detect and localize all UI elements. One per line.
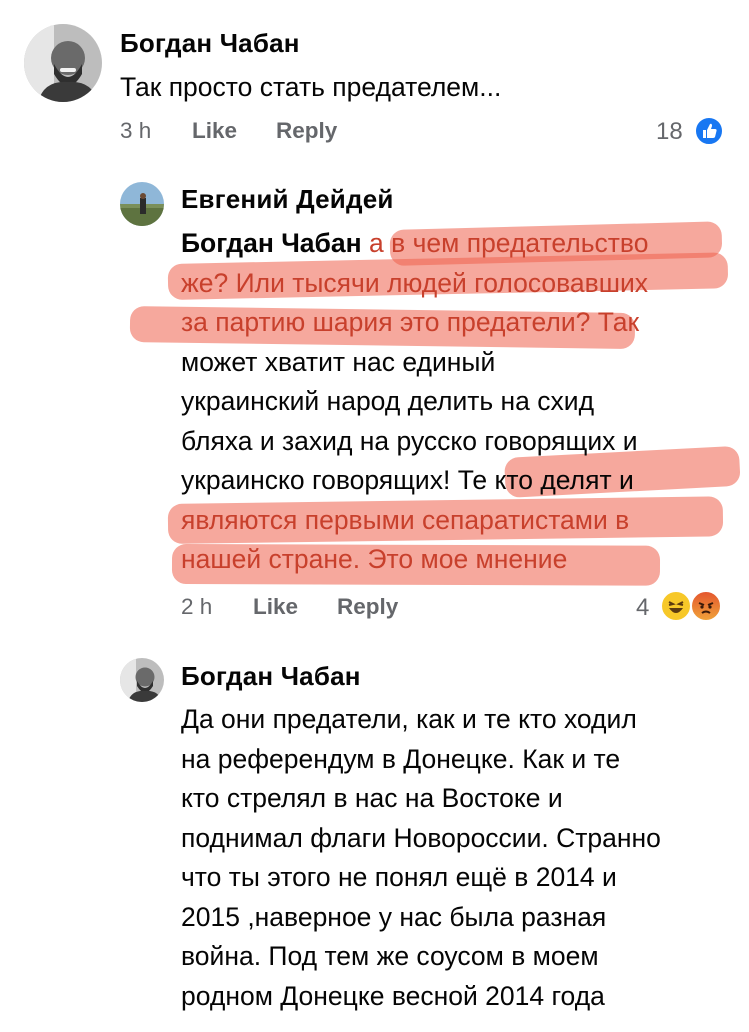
comment-timestamp[interactable]: 2 h xyxy=(181,594,212,620)
comment-author[interactable]: Богдан Чабан xyxy=(120,28,300,59)
text-line: родном Донецке весной 2014 года xyxy=(181,980,605,1011)
text-line: нашей стране. Это мое мнение xyxy=(181,544,568,574)
reaction-count[interactable]: 18 xyxy=(656,118,683,146)
avatar[interactable] xyxy=(24,24,102,102)
avatar-photo-icon xyxy=(120,658,164,702)
text-line: бляха и захид на русско говорящих и xyxy=(181,425,638,456)
text-line: украинско говорящих! Те кто делят и xyxy=(181,465,634,495)
comment-actions: 3 h Like Reply xyxy=(120,118,720,148)
text-line: поднимал флаги Новороссии. Странно xyxy=(181,822,661,853)
text-line: 2015 ,наверное у нас была разная xyxy=(181,901,607,932)
like-icon[interactable] xyxy=(694,116,724,146)
like-button[interactable]: Like xyxy=(253,594,298,620)
reply-button[interactable]: Reply xyxy=(276,118,337,144)
text-line: кто стрелял в нас на Востоке и xyxy=(181,783,563,813)
text-line: а в чем предательство xyxy=(369,228,649,258)
text-line: являются первыми сепаратистами в xyxy=(181,504,630,535)
text-line: война. Под тем же соусом в моем xyxy=(181,941,599,971)
text-line: что ты этого не понял ещё в 2014 и xyxy=(181,862,617,892)
angry-emoji-icon[interactable] xyxy=(690,590,722,622)
comment-2: Евгений Дейдей Богдан Чабан а в чем пред… xyxy=(0,170,749,650)
text-line: же? Или тысячи людей голосовавших xyxy=(181,267,649,298)
comment-author[interactable]: Богдан Чабан xyxy=(181,661,361,692)
comment-actions: 2 h Like Reply xyxy=(181,594,601,624)
comment-3: Богдан Чабан Да они предатели, как и те … xyxy=(0,650,749,1032)
haha-emoji-icon[interactable] xyxy=(660,590,692,622)
text-line: Да они предатели, как и те кто ходил xyxy=(181,704,637,734)
comment-text: Да они предатели, как и те кто ходил на … xyxy=(181,700,741,1016)
reply-button[interactable]: Reply xyxy=(337,594,398,620)
comment-text: Богдан Чабан а в чем предательство же? И… xyxy=(181,224,741,580)
avatar[interactable] xyxy=(120,182,164,226)
text-line: украинский народ делить на схид xyxy=(181,386,595,416)
comment-1: Богдан Чабан Так просто стать предателем… xyxy=(0,0,749,170)
comment-text: Так просто стать предателем... xyxy=(120,72,502,102)
reaction-count[interactable]: 4 xyxy=(636,594,649,622)
like-button[interactable]: Like xyxy=(192,118,237,144)
avatar-photo-icon xyxy=(120,182,164,226)
mention-link[interactable]: Богдан Чабан xyxy=(181,228,362,258)
comment-author[interactable]: Евгений Дейдей xyxy=(181,184,394,215)
text-line: за партию шария это предатели? Так xyxy=(181,307,640,337)
text-line: на референдум в Донецке. Как и те xyxy=(181,743,621,774)
avatar-photo-icon xyxy=(24,24,102,102)
comment-timestamp[interactable]: 3 h xyxy=(120,118,151,144)
text-line: может хватит нас единый xyxy=(181,346,496,377)
avatar[interactable] xyxy=(120,658,164,702)
